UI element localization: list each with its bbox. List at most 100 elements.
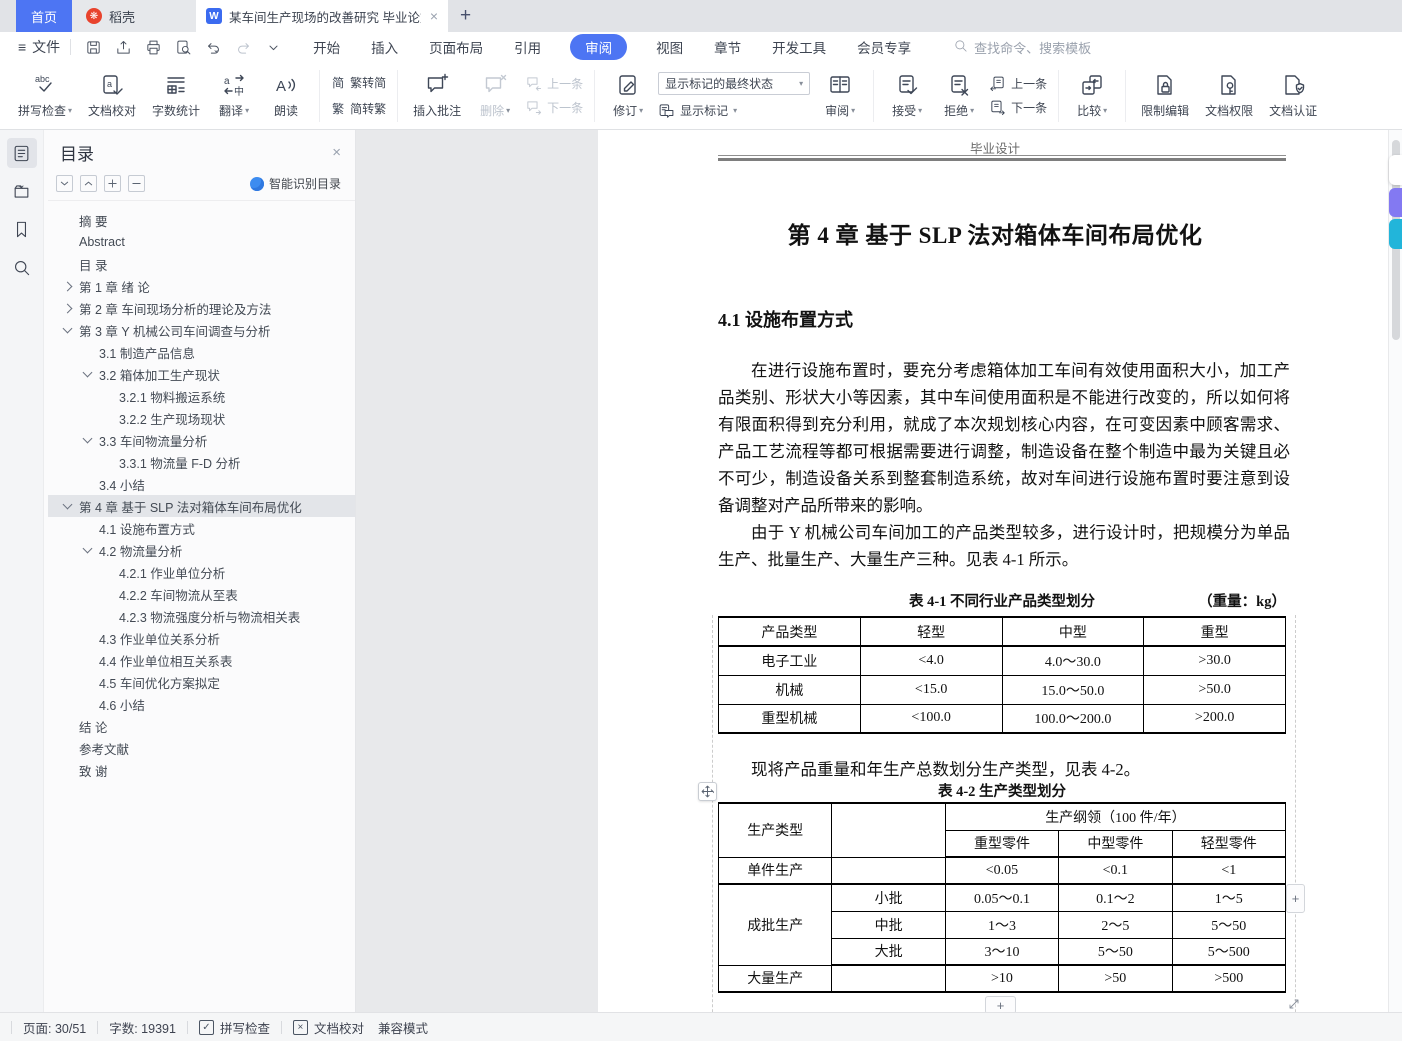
toc-item[interactable]: 3.3.1 物流量 F-D 分析 <box>48 451 355 473</box>
export-button[interactable] <box>111 36 135 58</box>
toc-item[interactable]: 4.5 车间优化方案拟定 <box>48 671 355 693</box>
toc-item[interactable]: 致 谢 <box>48 759 355 781</box>
side-tool-button-purple[interactable] <box>1389 188 1402 217</box>
chevron-right-icon[interactable] <box>62 303 73 314</box>
print-preview-button[interactable] <box>171 36 195 58</box>
show-markup-button[interactable]: 显示标记 ▾ <box>658 102 810 119</box>
chevron-down-icon[interactable] <box>82 433 93 444</box>
new-tab-button[interactable]: + <box>448 0 483 32</box>
toc-item[interactable]: 摘 要 <box>48 209 355 231</box>
status-spell-check[interactable]: ✓ 拼写检查 <box>198 1018 270 1037</box>
toc-zoom-out-button[interactable] <box>128 175 145 192</box>
toc-item[interactable]: 结 论 <box>48 715 355 737</box>
toc-item[interactable]: 4.2.2 车间物流从至表 <box>48 583 355 605</box>
toc-item[interactable]: 3.4 小结 <box>48 473 355 495</box>
expand-all-button[interactable] <box>56 175 73 192</box>
toc-item[interactable]: 第 4 章 基于 SLP 法对箱体车间布局优化 <box>48 495 355 517</box>
page-indicator[interactable]: 页面: 30/51 <box>23 1018 86 1037</box>
collapse-all-button[interactable] <box>80 175 97 192</box>
toc-item[interactable]: 4.2 物流量分析 <box>48 539 355 561</box>
outline-panel-button[interactable] <box>6 138 37 168</box>
toc-item[interactable]: 3.3 车间物流量分析 <box>48 429 355 451</box>
menu-insert[interactable]: 插入 <box>369 34 400 60</box>
toc-item[interactable]: 第 3 章 Y 机械公司车间调查与分析 <box>48 319 355 341</box>
spell-check-button[interactable]: abc 拼写检查 ▾ <box>10 68 80 123</box>
next-change-button[interactable]: 下一条 <box>989 99 1047 116</box>
read-aloud-button[interactable]: A 朗读 <box>260 68 312 123</box>
next-comment-button[interactable]: 下一条 <box>525 99 583 116</box>
side-tool-button-cyan[interactable] <box>1389 219 1402 249</box>
chevron-down-icon[interactable] <box>62 323 73 334</box>
save-button[interactable] <box>81 36 105 58</box>
toc-item[interactable]: 3.2.1 物料搬运系统 <box>48 385 355 407</box>
command-search-box[interactable]: 查找命令、搜索模板 <box>953 38 1091 57</box>
close-tab-icon[interactable]: × <box>428 8 440 24</box>
review-pane-button[interactable]: 审阅 ▾ <box>814 68 866 123</box>
chevron-down-icon[interactable] <box>82 367 93 378</box>
tab-document[interactable]: W 某车间生产现场的改善研究 毕业论文 × <box>196 0 448 32</box>
toc-item[interactable]: 3.1 制造产品信息 <box>48 341 355 363</box>
close-toc-icon[interactable]: × <box>332 144 341 161</box>
chevron-down-icon[interactable] <box>82 543 93 554</box>
customize-toolbar-chevron-icon[interactable] <box>261 36 285 58</box>
accept-button[interactable]: 接受 ▾ <box>881 68 933 123</box>
toc-item[interactable]: 3.2 箱体加工生产现状 <box>48 363 355 385</box>
doc-proof-button[interactable]: a 文档校对 <box>80 68 144 123</box>
tab-docer[interactable]: ❋ 稻壳 <box>72 0 196 32</box>
markup-state-dropdown[interactable]: 显示标记的最终状态 ▾ <box>658 72 811 95</box>
menu-member[interactable]: 会员专享 <box>855 34 913 60</box>
toc-item[interactable]: 第 1 章 绪 论 <box>48 275 355 297</box>
side-tool-button[interactable] <box>1389 155 1402 185</box>
delete-comment-button[interactable]: 删除 ▾ <box>469 68 521 123</box>
chevron-right-icon[interactable] <box>62 281 73 292</box>
insert-comment-button[interactable]: 插入批注 <box>405 68 469 123</box>
toc-zoom-in-button[interactable] <box>104 175 121 192</box>
toc-item[interactable]: 4.3 作业单位关系分析 <box>48 627 355 649</box>
vertical-scrollbar[interactable] <box>1388 130 1402 1012</box>
clipboard-panel-button[interactable] <box>7 176 37 206</box>
menu-start[interactable]: 开始 <box>311 34 342 60</box>
toc-item[interactable]: 4.2.1 作业单位分析 <box>48 561 355 583</box>
toc-item[interactable]: 4.4 作业单位相互关系表 <box>48 649 355 671</box>
smart-toc-button[interactable]: 智能识别目录 <box>249 175 341 192</box>
menu-references[interactable]: 引用 <box>512 34 543 60</box>
reject-button[interactable]: 拒绝 ▾ <box>933 68 985 123</box>
trad-to-simp-button[interactable]: 简 繁转简 <box>331 73 386 92</box>
print-button[interactable] <box>141 36 165 58</box>
compare-button[interactable]: 比较 ▾ <box>1066 68 1118 123</box>
toc-item[interactable]: 参考文献 <box>48 737 355 759</box>
document-page[interactable]: 毕业设计 第 4 章 基于 SLP 法对箱体车间布局优化 4.1 设施布置方式 … <box>598 130 1388 1012</box>
menu-dev-tools[interactable]: 开发工具 <box>770 34 828 60</box>
toc-item[interactable]: Abstract <box>48 231 355 253</box>
translate-button[interactable]: a中 翻译 ▾ <box>208 68 260 123</box>
chevron-down-icon[interactable] <box>62 499 73 510</box>
toc-item[interactable]: 4.6 小结 <box>48 693 355 715</box>
prev-change-button[interactable]: 上一条 <box>989 75 1047 92</box>
doc-permission-button[interactable]: 文档权限 <box>1197 68 1261 123</box>
table-move-handle-icon[interactable] <box>698 782 717 801</box>
menu-page-layout[interactable]: 页面布局 <box>427 34 485 60</box>
toc-item[interactable]: 4.1 设施布置方式 <box>48 517 355 539</box>
word-count-button[interactable]: 字数统计 <box>144 68 208 123</box>
search-panel-button[interactable] <box>7 252 37 282</box>
tab-home[interactable]: 首页 <box>16 0 72 32</box>
menu-review[interactable]: 审阅 <box>570 34 628 60</box>
status-doc-proof[interactable]: × 文档校对 <box>292 1018 364 1037</box>
track-changes-button[interactable]: 修订 ▾ <box>602 68 654 123</box>
add-column-button[interactable]: + <box>1286 884 1305 913</box>
word-count-indicator[interactable]: 字数: 19391 <box>109 1018 176 1037</box>
file-menu-button[interactable]: ≡ 文件 <box>18 37 60 57</box>
redo-button[interactable] <box>231 36 255 58</box>
menu-view[interactable]: 视图 <box>654 34 685 60</box>
prev-comment-button[interactable]: 上一条 <box>525 75 583 92</box>
doc-certify-button[interactable]: 文档认证 <box>1261 68 1325 123</box>
restrict-editing-button[interactable]: 限制编辑 <box>1133 68 1197 123</box>
toc-item[interactable]: 4.2.3 物流强度分析与物流相关表 <box>48 605 355 627</box>
bookmark-panel-button[interactable] <box>7 214 37 244</box>
simp-to-trad-button[interactable]: 繁 简转繁 <box>331 99 386 118</box>
toc-item[interactable]: 目 录 <box>48 253 355 275</box>
toc-item[interactable]: 3.2.2 生产现场现状 <box>48 407 355 429</box>
undo-button[interactable] <box>201 36 225 58</box>
toc-item[interactable]: 第 2 章 车间现场分析的理论及方法 <box>48 297 355 319</box>
menu-section[interactable]: 章节 <box>712 34 743 60</box>
